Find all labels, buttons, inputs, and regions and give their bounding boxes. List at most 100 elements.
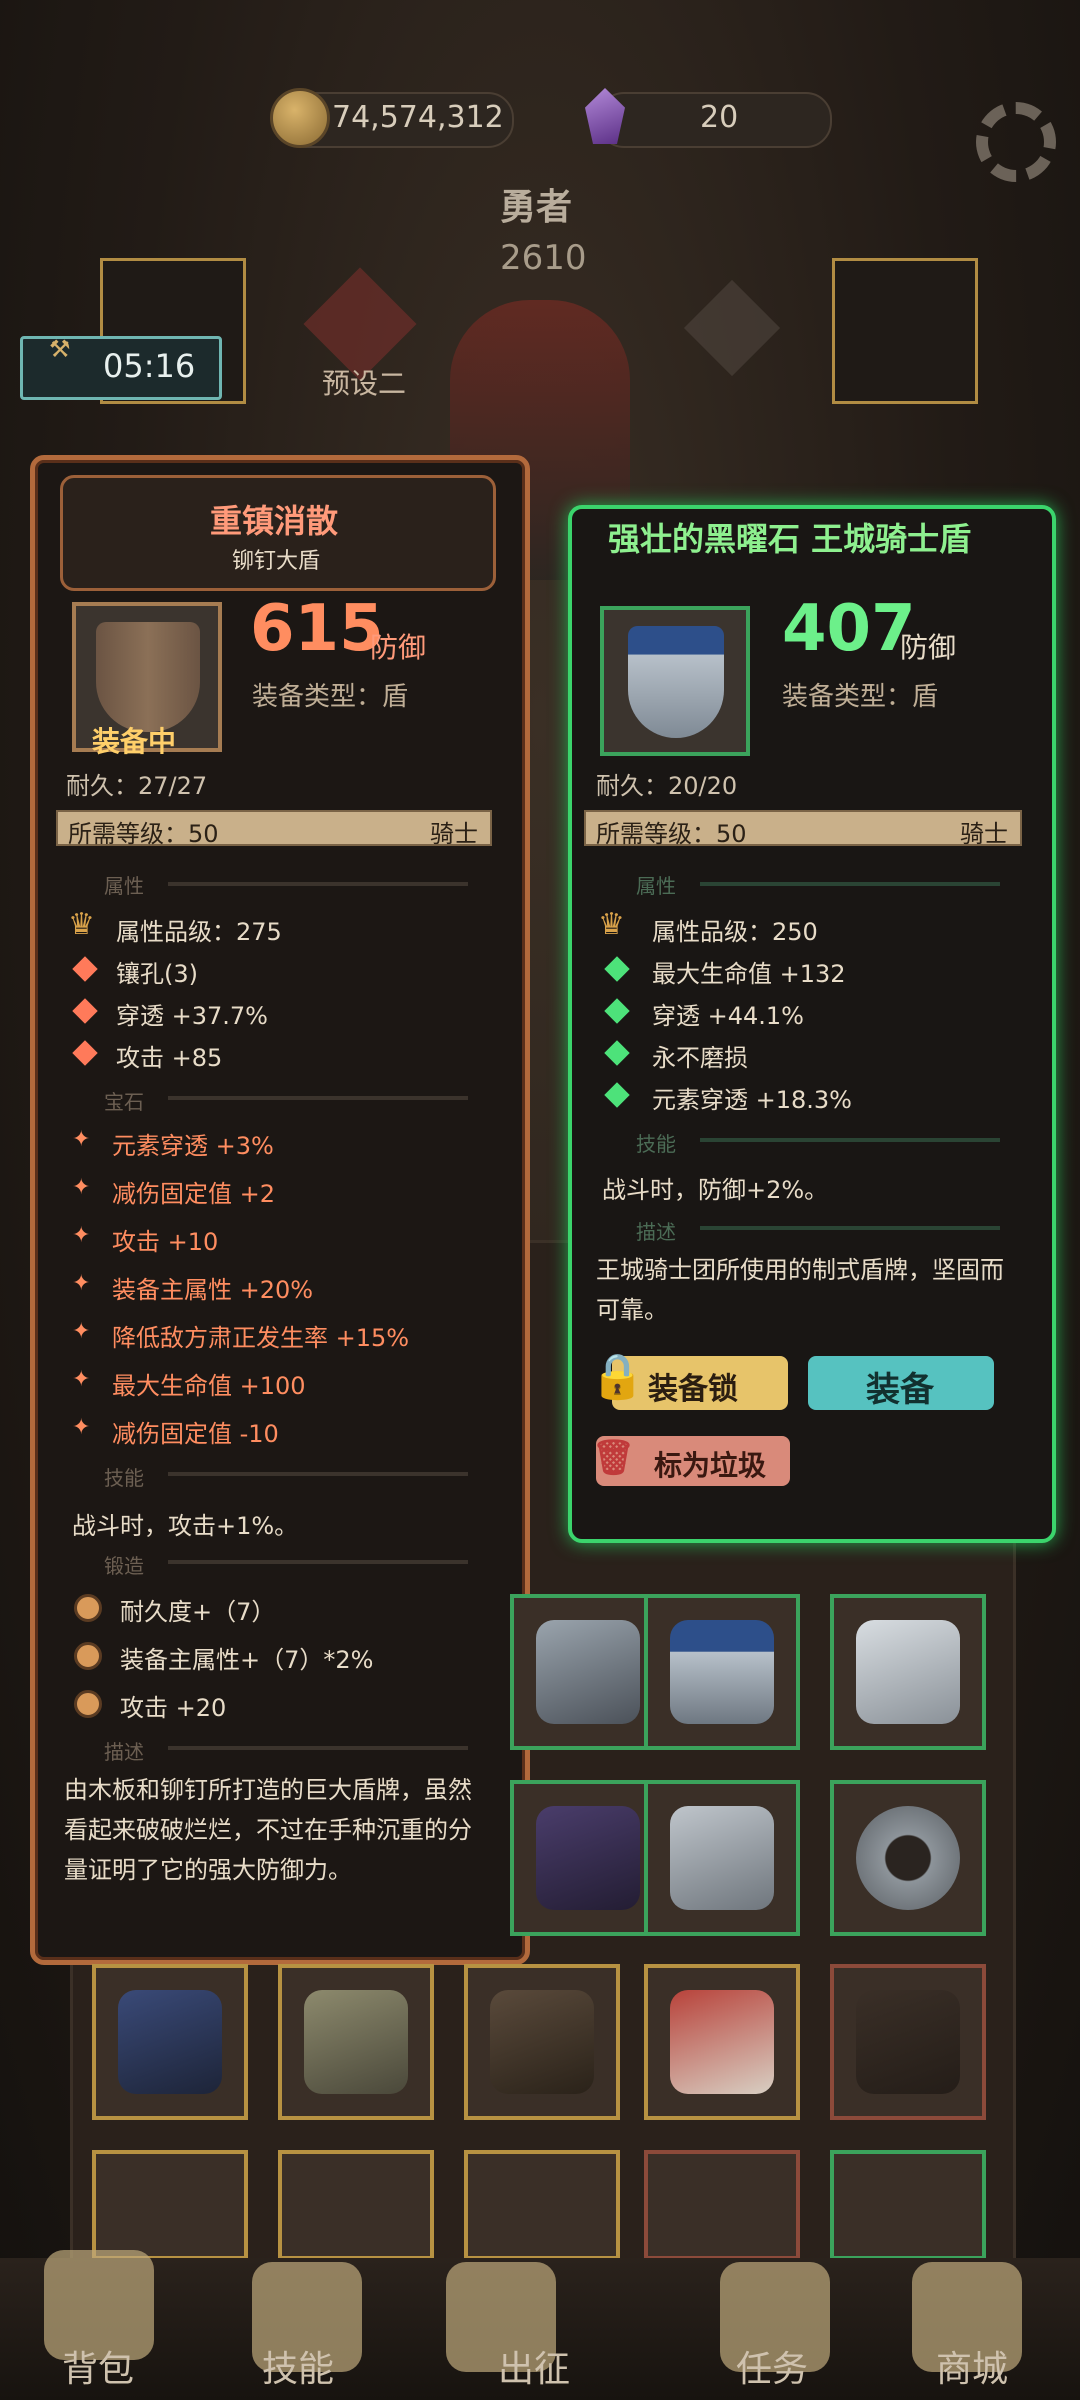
inventory-item[interactable]	[510, 1594, 666, 1750]
preset-label[interactable]: 预设二	[322, 362, 406, 402]
attr-row: 元素穿透 +18.3%	[652, 1086, 852, 1114]
inventory-item[interactable]	[644, 2150, 800, 2260]
lock-button-label: 装备锁	[648, 1372, 738, 1407]
knight-shield-icon	[670, 1620, 774, 1724]
boots-icon	[670, 1990, 774, 2094]
compare-class: 骑士	[960, 820, 1008, 848]
armor-icon	[490, 1990, 594, 2094]
gem-bullet-icon: ✦	[72, 1415, 91, 1440]
forge-bullet-icon	[74, 1690, 102, 1718]
forge-row: 攻击 +20	[120, 1694, 227, 1722]
hero-title: 勇者	[500, 187, 573, 228]
divider	[700, 1138, 1000, 1142]
section-skill: 技能	[636, 1132, 676, 1156]
forge-bullet-icon	[74, 1642, 102, 1670]
compare-durability: 耐久：20/20	[596, 772, 738, 800]
compare-item-name: 强壮的黑曜石 王城骑士盾	[608, 520, 972, 558]
inventory-item[interactable]	[830, 1964, 986, 2120]
divider	[700, 1226, 1000, 1230]
equipped-defense-unit: 防御	[370, 631, 427, 664]
divider	[168, 1096, 468, 1100]
ring-icon	[856, 1806, 960, 1910]
empty-slot-icon	[856, 1990, 960, 2094]
gem-row: 元素穿透 +3%	[112, 1132, 274, 1160]
inventory-item[interactable]	[830, 1780, 986, 1936]
divider	[168, 882, 468, 886]
skill-text: 战斗时，防御+2%。	[602, 1176, 829, 1204]
gear-icon[interactable]	[976, 102, 1056, 182]
gem-bullet-icon: ✦	[72, 1367, 91, 1392]
timer-box: ⚒ 05:16	[20, 335, 222, 400]
gem-bullet-icon: ✦	[72, 1319, 91, 1344]
inventory-item[interactable]	[644, 1964, 800, 2120]
inventory-item[interactable]	[644, 1594, 800, 1750]
hammer-icon: ⚒	[49, 335, 71, 363]
inventory-item[interactable]	[278, 2150, 434, 2260]
inventory-item[interactable]	[830, 2150, 986, 2260]
trash-button[interactable]: 🗑 标为垃圾	[592, 1436, 790, 1486]
attr-row: 攻击 +85	[116, 1044, 223, 1072]
section-forge: 锻造	[104, 1554, 144, 1578]
equipped-status: 装备中	[92, 725, 177, 758]
armor-icon	[536, 1620, 640, 1724]
divider	[168, 1472, 468, 1476]
gauntlet-icon	[304, 1990, 408, 2094]
inventory-item[interactable]	[92, 2150, 248, 2260]
accessory-slot[interactable]	[832, 258, 978, 404]
item-description: 由木板和铆钉所打造的巨大盾牌，虽然看起来破破烂烂，不过在手种沉重的分量证明了它的…	[64, 1776, 472, 1884]
gem-bullet-icon: ✦	[72, 1223, 91, 1248]
section-gem: 宝石	[104, 1090, 144, 1114]
armor-icon	[856, 1620, 960, 1724]
attr-row: 最大生命值 +132	[652, 960, 846, 988]
compare-defense: 407	[782, 592, 916, 666]
attr-row: 属性品级：275	[116, 918, 282, 946]
inventory-item[interactable]	[464, 1964, 620, 2120]
equipped-class: 骑士	[430, 820, 478, 848]
helmet-icon	[670, 1806, 774, 1910]
grade-icon: ♛	[598, 907, 625, 942]
divider	[700, 882, 1000, 886]
attr-row: 永不磨损	[652, 1044, 748, 1072]
gem-row: 攻击 +10	[112, 1228, 219, 1256]
nav-quests[interactable]: 任务	[736, 2340, 808, 2392]
inventory-item[interactable]	[278, 1964, 434, 2120]
section-desc: 描述	[636, 1220, 676, 1244]
divider	[168, 1560, 468, 1564]
gem-row: 装备主属性 +20%	[112, 1276, 314, 1304]
wooden-shield-icon	[96, 622, 200, 732]
skill-text: 战斗时，攻击+1%。	[72, 1512, 299, 1540]
inventory-item[interactable]	[92, 1964, 248, 2120]
compare-level-bar: 所需等级：50 骑士	[584, 810, 1022, 848]
equipped-type: 装备类型：盾	[252, 682, 409, 712]
section-skill: 技能	[104, 1466, 144, 1490]
inventory-item[interactable]	[830, 1594, 986, 1750]
equip-button[interactable]: 装备	[808, 1356, 994, 1410]
inventory-item[interactable]	[644, 1780, 800, 1936]
inventory-item[interactable]	[510, 1780, 666, 1936]
hero-score: 2610	[500, 238, 587, 278]
gem-bullet-icon: ✦	[72, 1271, 91, 1296]
compare-type: 装备类型：盾	[782, 682, 939, 712]
nav-skills[interactable]: 技能	[262, 2340, 334, 2392]
armor-icon	[536, 1806, 640, 1910]
section-desc: 描述	[104, 1740, 144, 1764]
coin-amount: 74,574,312	[332, 100, 504, 135]
inventory-item[interactable]	[464, 2150, 620, 2260]
section-attr: 属性	[636, 874, 676, 898]
timer-text: 05:16	[103, 347, 196, 385]
lock-button[interactable]: 🔒 装备锁	[590, 1351, 788, 1410]
gem-row: 最大生命值 +100	[112, 1372, 306, 1400]
knight-shield-icon	[628, 626, 724, 738]
nav-expedition[interactable]: 出征	[498, 2340, 570, 2392]
forge-row: 装备主属性+（7）*2%	[120, 1646, 374, 1674]
grade-icon: ♛	[68, 907, 95, 942]
gem-row: 减伤固定值 +2	[112, 1180, 276, 1208]
nav-backpack[interactable]: 背包	[62, 2340, 134, 2392]
nav-shop[interactable]: 商城	[936, 2340, 1008, 2392]
trash-button-label: 标为垃圾	[654, 1449, 767, 1482]
gem-row: 降低敌方肃正发生率 +15%	[112, 1324, 410, 1352]
equip-button-label: 装备	[866, 1370, 934, 1410]
attr-row: 镶孔(3)	[116, 960, 198, 988]
compare-level: 所需等级：50	[596, 820, 747, 848]
equipped-level: 所需等级：50	[68, 820, 219, 848]
